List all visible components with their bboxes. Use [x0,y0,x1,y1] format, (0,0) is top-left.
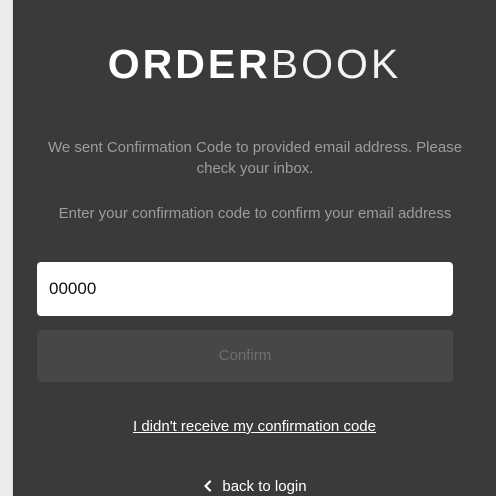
back-to-login-link[interactable]: back to login [13,477,496,496]
code-sent-message: We sent Confirmation Code to provided em… [47,139,463,177]
logo-bold-text: ORDER [107,41,271,87]
window-edge [0,0,13,496]
resend-code-link[interactable]: I didn't receive my confirmation code [13,417,496,437]
orderbook-logo: ORDERBOOK [13,40,496,88]
confirmation-panel: ORDERBOOK We sent Confirmation Code to p… [13,0,496,496]
confirmation-code-input[interactable] [37,262,453,316]
logo-light-text: BOOK [270,41,402,87]
back-to-login-label: back to login [222,478,307,495]
chevron-left-icon [204,480,212,492]
enter-code-instruction: Enter your confirmation code to confirm … [58,205,452,222]
confirm-button[interactable]: Confirm [37,330,453,382]
